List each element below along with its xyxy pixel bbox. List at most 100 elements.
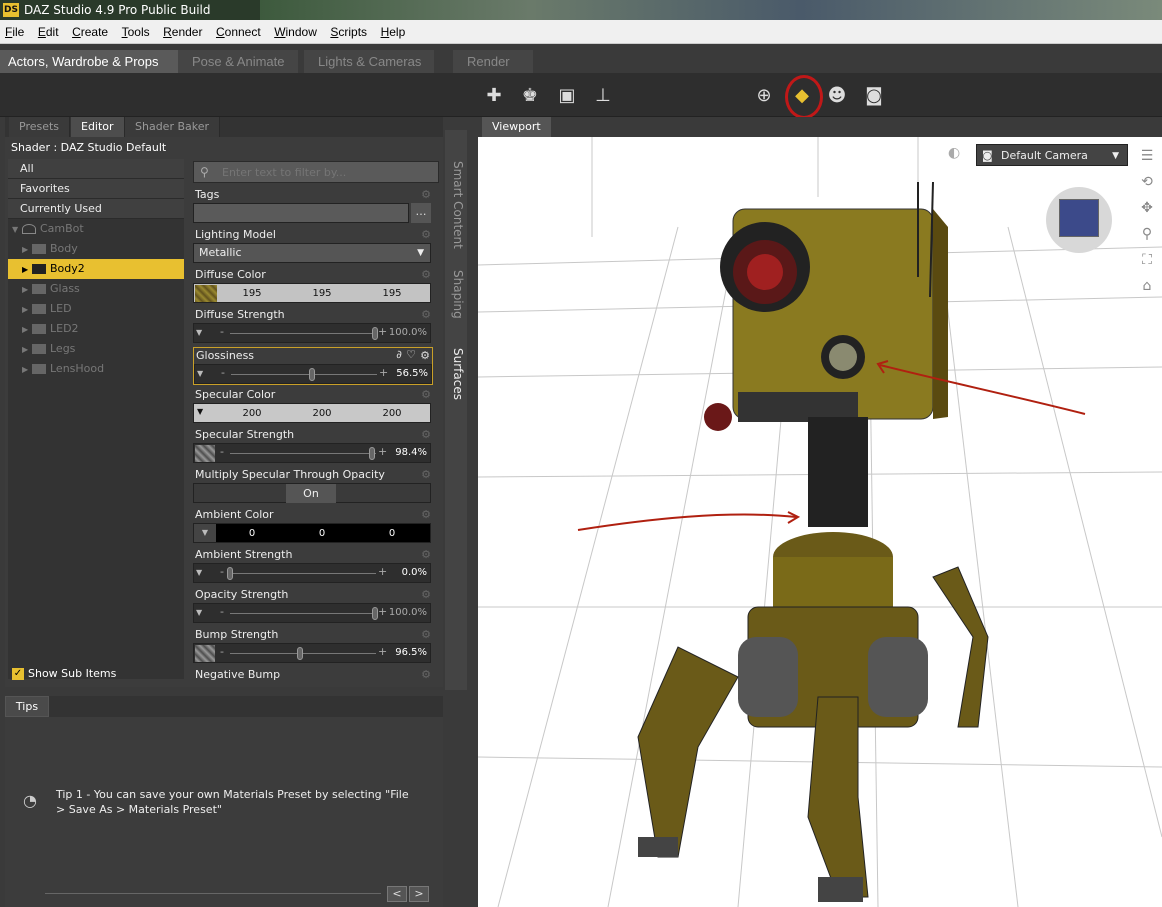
color-g[interactable]: 195 [288, 284, 356, 303]
tab-render[interactable]: Render [453, 50, 533, 73]
orbit-icon[interactable]: ⟲ [1136, 169, 1158, 195]
draw-style-icon[interactable]: ◐ [948, 145, 970, 163]
collapse-icon[interactable]: ▶ [22, 300, 32, 320]
tree-item[interactable]: ▶ LED [8, 299, 184, 319]
gear-icon[interactable]: ⚙ [421, 188, 431, 201]
tab-surfaces[interactable]: Surfaces [447, 344, 465, 404]
pan-icon[interactable]: ✥ [1136, 195, 1158, 221]
opacity-strength-slider[interactable]: ▼ - + 100.0% [193, 603, 431, 623]
universal-tool-icon[interactable]: ⊕ [750, 81, 778, 109]
color-g[interactable]: 200 [288, 404, 356, 423]
slider-value[interactable]: 100.0% [389, 607, 427, 618]
view-cube[interactable] [1046, 187, 1112, 253]
ambient-color-field[interactable]: ▼ 0 0 0 [193, 523, 431, 543]
tree-item[interactable]: ▶ LensHood [8, 359, 184, 379]
tab-viewport[interactable]: Viewport [482, 117, 551, 137]
tab-tips[interactable]: Tips [5, 696, 49, 717]
diffuse-strength-slider[interactable]: ▼ - + 100.0% [193, 323, 431, 343]
menu-icon[interactable]: ☰ [1136, 143, 1158, 169]
tags-browse-button[interactable]: … [411, 203, 431, 223]
tree-item[interactable]: ▶ Body [8, 239, 184, 259]
slider-knob[interactable] [227, 567, 233, 580]
slider-knob[interactable] [369, 447, 375, 460]
tips-scrollbar[interactable] [45, 893, 381, 894]
figure-icon[interactable]: ♚ [516, 81, 544, 109]
glossiness-slider[interactable]: ▼ - + 56.5% [194, 364, 432, 384]
tab-pose[interactable]: Pose & Animate [178, 50, 298, 73]
frame-icon[interactable]: ⛶ [1136, 247, 1158, 273]
menu-help[interactable]: Help [376, 20, 411, 39]
tab-editor[interactable]: Editor [71, 117, 125, 137]
node-selection-icon[interactable]: ☻ [823, 81, 851, 109]
texture-swatch-icon[interactable] [195, 445, 215, 462]
menu-edit[interactable]: Edit [33, 20, 64, 39]
viewport[interactable]: ◙ Default Camera ▼ ◐ ☰ ⟲ ✥ ⚲ ⛶ ⌂ [478, 137, 1162, 907]
chevron-down-icon[interactable]: ▼ [196, 608, 202, 617]
color-g[interactable]: 0 [288, 524, 356, 543]
lighting-model-select[interactable]: Metallic ▼ [193, 243, 431, 263]
menu-create[interactable]: Create [67, 20, 113, 39]
gear-icon[interactable]: ⚙ [421, 388, 431, 401]
filter-input[interactable] [222, 164, 432, 180]
collapse-icon[interactable]: ▶ [22, 240, 32, 260]
menu-file[interactable]: File [0, 20, 29, 39]
camera-icon[interactable]: ◙ [860, 81, 888, 109]
create-icon[interactable]: ✚ [480, 81, 508, 109]
chevron-down-icon[interactable]: ▼ [196, 568, 202, 577]
tab-shader-baker[interactable]: Shader Baker [125, 117, 221, 137]
gear-icon[interactable]: ⚙ [421, 668, 431, 681]
tab-presets[interactable]: Presets [9, 117, 71, 137]
tree-item[interactable]: ▶ Legs [8, 339, 184, 359]
collapse-icon[interactable]: ▶ [22, 260, 32, 280]
slider-value[interactable]: 98.4% [395, 447, 427, 458]
tab-lights[interactable]: Lights & Cameras [304, 50, 434, 73]
show-sub-items-checkbox[interactable]: ✓ Show Sub Items [12, 667, 116, 680]
specular-color-field[interactable]: ▼ 200 200 200 [193, 403, 431, 423]
category-all[interactable]: All [8, 159, 184, 179]
category-favorites[interactable]: Favorites [8, 179, 184, 199]
menu-tools[interactable]: Tools [117, 20, 155, 39]
collapse-icon[interactable]: ▶ [22, 320, 32, 340]
chevron-down-icon[interactable]: ▼ [194, 524, 216, 542]
bump-strength-slider[interactable]: - + 96.5% [193, 643, 431, 663]
tree-root[interactable]: ▼ CamBot [8, 219, 184, 239]
gear-icon[interactable]: ⚙ [421, 228, 431, 241]
slider-value[interactable]: 100.0% [389, 327, 427, 338]
expand-icon[interactable]: ▼ [12, 220, 22, 240]
heart-icon[interactable]: ♡ [406, 348, 416, 361]
chevron-down-icon[interactable]: ▼ [197, 369, 203, 378]
slider-value[interactable]: 56.5% [396, 368, 428, 379]
slider-knob[interactable] [309, 368, 315, 381]
gear-icon[interactable]: ⚙ [421, 588, 431, 601]
gear-icon[interactable]: ⚙ [420, 349, 430, 362]
multiply-toggle[interactable]: On [193, 483, 431, 503]
tree-item-selected[interactable]: ▶ Body2 [8, 259, 184, 279]
tags-field[interactable] [193, 203, 409, 223]
zoom-icon[interactable]: ⚲ [1136, 221, 1158, 247]
tab-shaping[interactable]: Shaping [447, 264, 465, 324]
gear-icon[interactable]: ⚙ [421, 308, 431, 321]
menu-render[interactable]: Render [158, 20, 207, 39]
tab-smart-content[interactable]: Smart Content [447, 150, 465, 260]
texture-swatch-icon[interactable] [195, 285, 217, 302]
tab-actors[interactable]: Actors, Wardrobe & Props [0, 50, 178, 73]
transfer-icon[interactable]: ⊥ [589, 81, 617, 109]
tip-prev-button[interactable]: < [387, 886, 407, 902]
link-icon[interactable]: ∂ [396, 348, 402, 361]
texture-swatch-icon[interactable] [195, 645, 215, 662]
slider-value[interactable]: 0.0% [402, 567, 427, 578]
reset-view-icon[interactable]: ⌂ [1136, 273, 1158, 299]
gear-icon[interactable]: ⚙ [421, 548, 431, 561]
gear-icon[interactable]: ⚙ [421, 628, 431, 641]
color-r[interactable]: 200 [218, 404, 286, 423]
gear-icon[interactable]: ⚙ [421, 508, 431, 521]
color-b[interactable]: 195 [358, 284, 426, 303]
cube-face[interactable] [1059, 199, 1099, 237]
color-b[interactable]: 200 [358, 404, 426, 423]
tree-item[interactable]: ▶ LED2 [8, 319, 184, 339]
menu-connect[interactable]: Connect [211, 20, 266, 39]
tip-next-button[interactable]: > [409, 886, 429, 902]
ambient-strength-slider[interactable]: ▼ - + 0.0% [193, 563, 431, 583]
color-r[interactable]: 0 [218, 524, 286, 543]
toggle-on[interactable]: On [286, 484, 336, 503]
